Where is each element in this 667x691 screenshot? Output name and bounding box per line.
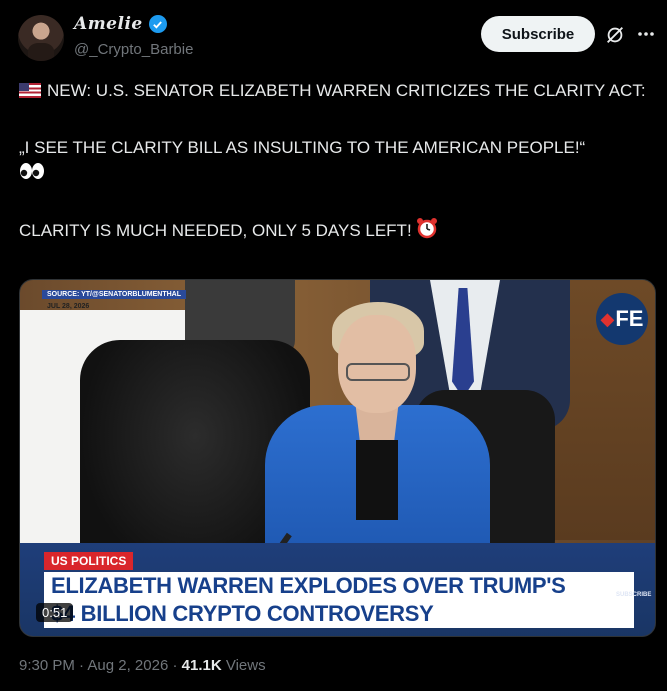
video-player[interactable]: SOURCE: YT/@SENATORBLUMENTHAL JUL 28, 20… xyxy=(19,279,656,637)
video-duration-badge: 0:51 xyxy=(36,603,74,622)
network-logo-text: FE xyxy=(615,306,644,331)
post-date[interactable]: Aug 2, 2026 xyxy=(87,657,168,674)
network-logo: ◆ FE xyxy=(596,293,648,345)
category-tag: US POLITICS xyxy=(44,552,134,570)
video-date: JUL 28, 2026 xyxy=(47,303,90,310)
tweet-meta: 9:30 PM · Aug 2, 2026 · 41.1K Views xyxy=(19,657,266,674)
eyes-row xyxy=(19,160,649,184)
author-name-row: Amelie xyxy=(74,14,167,34)
headline-line-2: $4 BILLION CRYPTO CONTROVERSY xyxy=(51,601,434,626)
diamond-icon: ◆ xyxy=(600,308,615,329)
subscribe-button[interactable]: Subscribe xyxy=(481,16,595,52)
author-handle[interactable]: @_Crypto_Barbie xyxy=(74,41,193,58)
tweet-text: NEW: U.S. SENATOR ELIZABETH WARREN CRITI… xyxy=(19,79,649,243)
eyes-icon xyxy=(20,163,44,179)
speaker-glasses xyxy=(346,363,410,381)
meta-separator: · xyxy=(172,657,178,674)
views-count: 41.1K xyxy=(181,657,222,674)
us-flag-icon xyxy=(19,83,41,98)
headline-line-1: ELIZABETH WARREN EXPLODES OVER TRUMP'S xyxy=(51,573,566,598)
grok-icon[interactable] xyxy=(604,24,626,46)
verified-badge-icon[interactable] xyxy=(148,15,167,33)
video-subscribe-label: SUBSCRIBE xyxy=(616,592,652,598)
alarm-clock-icon xyxy=(416,218,437,239)
avatar[interactable] xyxy=(18,15,64,61)
meta-separator: · xyxy=(79,657,85,674)
tweet-line-3-text: CLARITY IS MUCH NEEDED, ONLY 5 DAYS LEFT… xyxy=(19,221,412,240)
author-display-name[interactable]: Amelie xyxy=(74,14,143,34)
tweet-line-3: CLARITY IS MUCH NEEDED, ONLY 5 DAYS LEFT… xyxy=(19,217,649,243)
tweet-line-2: „I SEE THE CLARITY BILL AS INSULTING TO … xyxy=(19,138,586,157)
speaker-top xyxy=(356,440,398,520)
tweet-line-1-text: NEW: U.S. SENATOR ELIZABETH WARREN CRITI… xyxy=(47,81,646,100)
video-source-tag: SOURCE: YT/@SENATORBLUMENTHAL xyxy=(42,290,186,299)
post-time[interactable]: 9:30 PM xyxy=(19,657,75,674)
views-label: Views xyxy=(225,657,266,674)
tweet-line-1: NEW: U.S. SENATOR ELIZABETH WARREN CRITI… xyxy=(19,79,649,103)
more-icon[interactable] xyxy=(636,24,656,44)
